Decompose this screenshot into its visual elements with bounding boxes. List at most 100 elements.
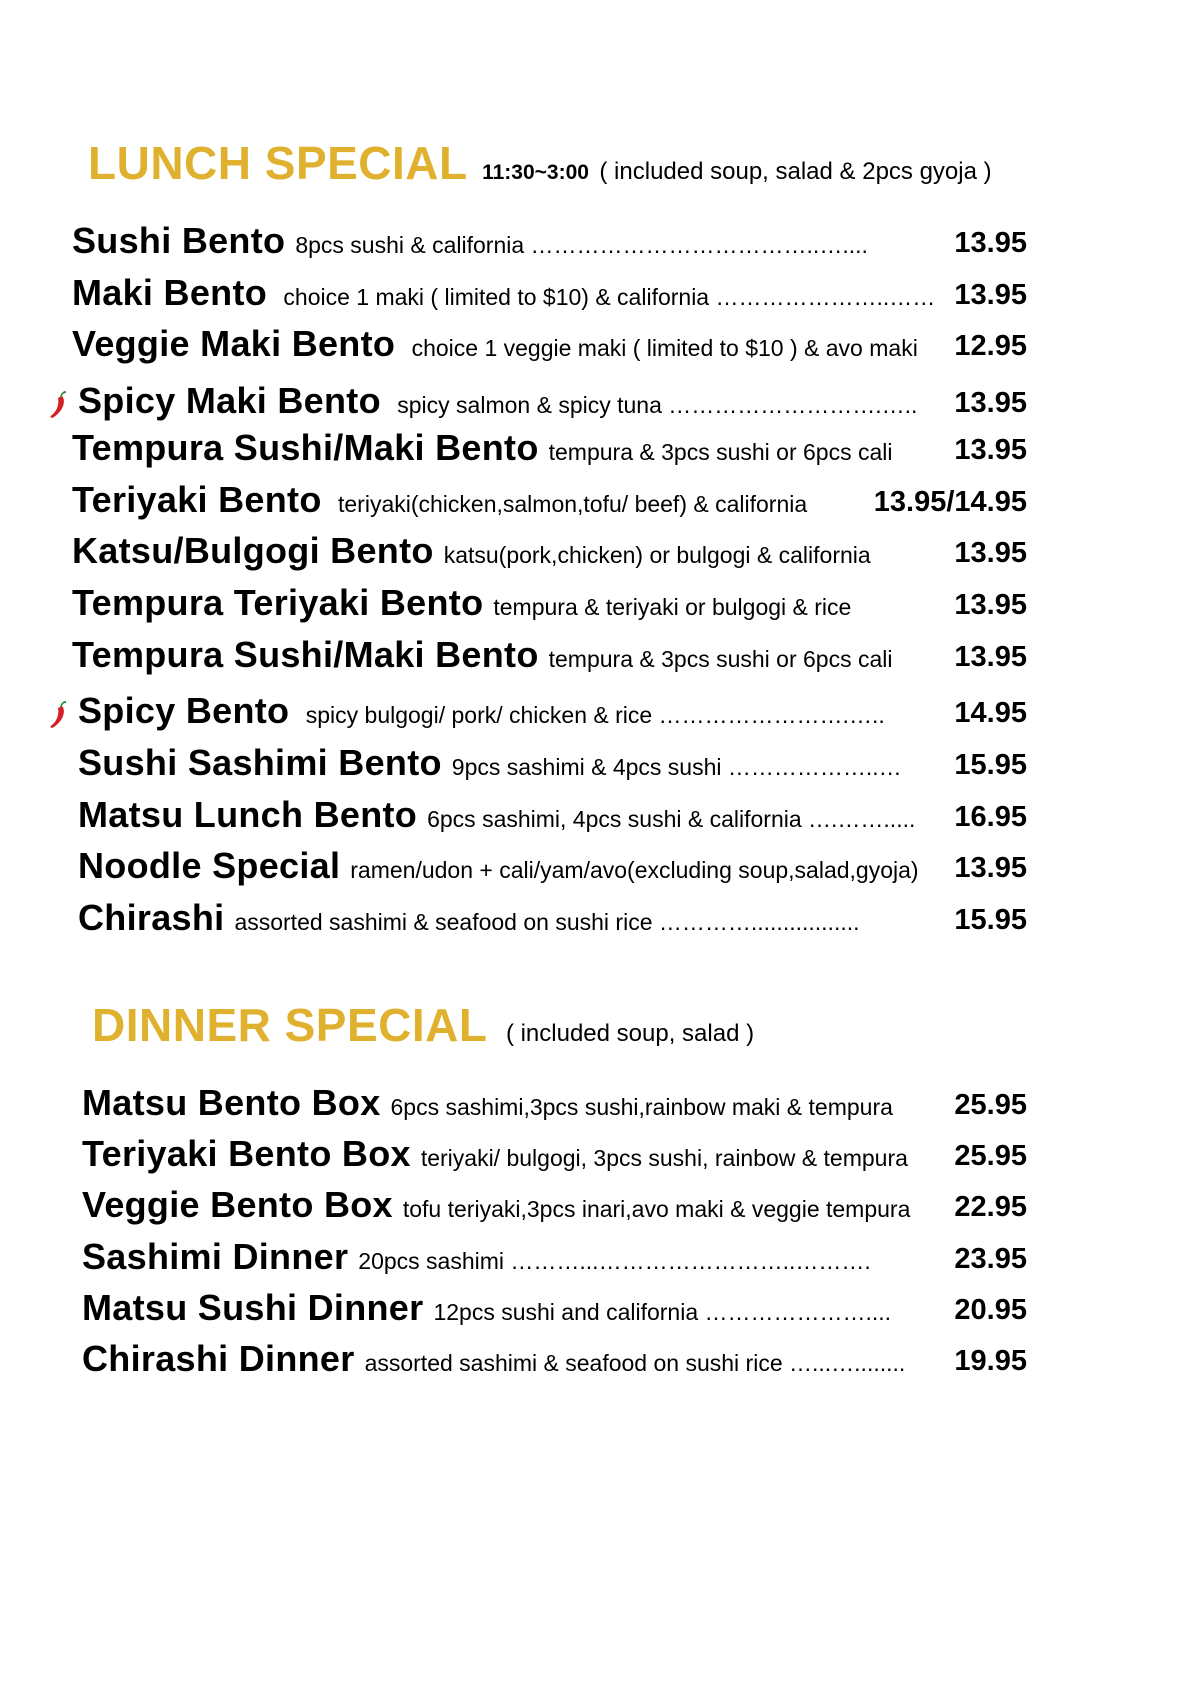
menu-item-price: 15.95 bbox=[954, 904, 1027, 937]
menu-item-price: 13.95 bbox=[954, 387, 1027, 420]
menu-item-name-line: Matsu Bento Box 6pcs sashimi,3pcs sushi,r… bbox=[82, 1082, 893, 1124]
menu-item: Chirashi assorted sashimi & seafood on su… bbox=[78, 895, 1027, 945]
lunch-note: ( included soup, salad & 2pcs gyoja ) bbox=[599, 158, 992, 185]
menu-item: Maki Bento choice 1 maki ( limited to $1… bbox=[72, 270, 1027, 320]
menu-item-description: 20pcs sashimi ………...……………………..………. bbox=[358, 1247, 871, 1274]
dinner-section-header: DINNER SPECIAL ( included soup, salad ) bbox=[92, 998, 754, 1052]
menu-item-name-line: Maki Bento choice 1 maki ( limited to $1… bbox=[72, 272, 935, 314]
menu-item-name: Spicy Maki Bento bbox=[78, 380, 381, 422]
menu-item-name-line: Spicy Maki Bento spicy salmon & spicy tu… bbox=[78, 380, 917, 422]
menu-item-name-line: Tempura Sushi/Maki Bento tempura & 3pcs s… bbox=[72, 427, 893, 469]
menu-item-name-line: Chirashi Dinner assorted sashimi & seafoo… bbox=[82, 1338, 905, 1380]
menu-item-price: 23.95 bbox=[954, 1242, 1027, 1275]
menu-item-price: 22.95 bbox=[954, 1191, 1027, 1224]
menu-item: Veggie Maki Bento choice 1 veggie maki (… bbox=[72, 321, 1027, 371]
menu-item-description: teriyaki/ bulgogi, 3pcs sushi, rainbow &… bbox=[420, 1145, 908, 1172]
menu-item-name: Matsu Sushi Dinner bbox=[82, 1286, 424, 1328]
menu-item-name: Veggie Maki Bento bbox=[72, 323, 396, 365]
lunch-section-header: LUNCH SPECIAL 11:30~3:00 ( included soup… bbox=[88, 136, 992, 190]
menu-item-name-line: Noodle Special ramen/udon + cali/yam/avo(… bbox=[78, 845, 919, 887]
menu-item: Matsu Bento Box 6pcs sashimi,3pcs sushi,r… bbox=[82, 1080, 1027, 1130]
lunch-hours: 11:30~3:00 bbox=[482, 161, 589, 184]
menu-item-name: Chirashi Dinner bbox=[82, 1338, 355, 1379]
menu-item-name: Sushi Bento bbox=[72, 220, 286, 261]
menu-item-name-line: Matsu Sushi Dinner 12pcs sushi and califo… bbox=[82, 1287, 891, 1329]
menu-item-price: 13.95 bbox=[954, 227, 1027, 259]
menu-item-description: spicy salmon & spicy tuna ……………………….….. bbox=[390, 392, 918, 419]
menu-item-name: Veggie Bento Box bbox=[82, 1184, 393, 1226]
menu-item-description: 12pcs sushi and california ………………….... bbox=[433, 1298, 892, 1325]
menu-item-price: 13.95 bbox=[954, 852, 1027, 885]
menu-item-price: 12.95 bbox=[954, 330, 1027, 363]
menu-item-description: teriyaki(chicken,salmon,tofu/ beef) & ca… bbox=[331, 490, 808, 517]
menu-item-name: Maki Bento bbox=[72, 271, 268, 313]
menu-item-description: 6pcs sashimi, 4pcs sushi & california ….… bbox=[427, 805, 916, 832]
menu-item: Spicy Bento spicy bulgogi/ pork/ chicken… bbox=[78, 688, 1027, 738]
menu-item-name-line: Tempura Sushi/Maki Bento tempura & 3pcs s… bbox=[72, 634, 893, 676]
menu-item-price: 25.95 bbox=[954, 1140, 1027, 1173]
lunch-title: LUNCH SPECIAL bbox=[88, 137, 468, 189]
menu-item-name-line: Spicy Bento spicy bulgogi/ pork/ chicken… bbox=[78, 690, 885, 732]
menu-item: Sushi Bento 8pcs sushi & california ……………… bbox=[72, 218, 1027, 268]
menu-item-name: Teriyaki Bento bbox=[72, 478, 322, 520]
menu-item-description: 8pcs sushi & california ………………………………..….… bbox=[295, 232, 868, 258]
menu-item-price: 13.95 bbox=[954, 278, 1027, 311]
menu-item: Matsu Sushi Dinner 12pcs sushi and califo… bbox=[82, 1285, 1027, 1335]
menu-item-name: Sashimi Dinner bbox=[82, 1235, 349, 1277]
menu-item-name-line: Sushi Sashimi Bento 9pcs sashimi & 4pcs s… bbox=[78, 742, 902, 784]
menu-item-description: assorted sashimi & seafood on sushi rice… bbox=[364, 1350, 906, 1376]
menu-item: Spicy Maki Bento spicy salmon & spicy tu… bbox=[78, 378, 1027, 428]
menu-item: Tempura Sushi/Maki Bento tempura & 3pcs s… bbox=[72, 632, 1027, 682]
menu-item-description: tempura & teriyaki or bulgogi & rice bbox=[493, 593, 852, 620]
chili-pepper-icon bbox=[50, 391, 66, 418]
menu-item-name: Tempura Sushi/Maki Bento bbox=[72, 426, 539, 468]
menu-item-name-line: Matsu Lunch Bento 6pcs sashimi, 4pcs sush… bbox=[78, 794, 915, 836]
menu-item-name: Spicy Bento bbox=[78, 690, 290, 732]
menu-item-price: 15.95 bbox=[954, 749, 1027, 781]
menu-item: Tempura Teriyaki Bento tempura & teriyaki… bbox=[72, 580, 1027, 630]
menu-item-name: Teriyaki Bento Box bbox=[82, 1133, 411, 1175]
menu-item-price: 13.95/14.95 bbox=[873, 485, 1027, 518]
menu-item-price: 13.95 bbox=[954, 588, 1027, 621]
dinner-note: ( included soup, salad ) bbox=[505, 1020, 755, 1047]
menu-item-name-line: Teriyaki Bento teriyaki(chicken,salmon,t… bbox=[72, 479, 807, 521]
menu-item-price: 13.95 bbox=[954, 640, 1027, 673]
menu-item-name-line: Katsu/Bulgogi Bento katsu(pork,chicken) o… bbox=[72, 530, 871, 572]
menu-item-name-line: Sashimi Dinner 20pcs sashimi ………...………………… bbox=[82, 1236, 871, 1278]
menu-item-description: 6pcs sashimi,3pcs sushi,rainbow maki & t… bbox=[390, 1094, 893, 1120]
menu-item-name-line: Chirashi assorted sashimi & seafood on su… bbox=[78, 897, 860, 939]
menu-item: Veggie Bento Box tofu teriyaki,3pcs inari… bbox=[82, 1182, 1027, 1232]
menu-item-name: Sushi Sashimi Bento bbox=[78, 742, 442, 783]
menu-item-name: Matsu Bento Box bbox=[82, 1082, 381, 1123]
menu-item-price: 16.95 bbox=[954, 800, 1027, 833]
menu-item-price: 14.95 bbox=[954, 697, 1027, 730]
menu-item-description: ramen/udon + cali/yam/avo(excluding soup… bbox=[350, 857, 919, 884]
menu-item: Chirashi Dinner assorted sashimi & seafoo… bbox=[82, 1336, 1027, 1386]
menu-item: Sashimi Dinner 20pcs sashimi ………...………………… bbox=[82, 1234, 1027, 1284]
menu-item: Katsu/Bulgogi Bento katsu(pork,chicken) o… bbox=[72, 528, 1027, 578]
menu-item-name-line: Sushi Bento 8pcs sushi & california ……………… bbox=[72, 220, 868, 262]
menu-item-description: tofu teriyaki,3pcs inari,avo maki & vegg… bbox=[402, 1196, 911, 1223]
menu-item-description: tempura & 3pcs sushi or 6pcs cali bbox=[548, 438, 893, 465]
menu-item: Noodle Special ramen/udon + cali/yam/avo(… bbox=[78, 843, 1027, 893]
chili-pepper-icon bbox=[50, 701, 66, 729]
menu-item-price: 19.95 bbox=[954, 1345, 1027, 1377]
menu-item-name: Chirashi bbox=[78, 897, 225, 939]
menu-item-description: spicy bulgogi/ pork/ chicken & rice …………… bbox=[299, 702, 885, 729]
menu-item-name: Tempura Sushi/Maki Bento bbox=[72, 633, 539, 675]
menu-item-name-line: Tempura Teriyaki Bento tempura & teriyaki… bbox=[72, 582, 851, 624]
menu-item-description: katsu(pork,chicken) or bulgogi & califor… bbox=[443, 542, 871, 569]
menu-item: Tempura Sushi/Maki Bento tempura & 3pcs s… bbox=[72, 425, 1027, 475]
menu-item-price: 13.95 bbox=[954, 537, 1027, 570]
menu-item: Teriyaki Bento Box teriyaki/ bulgogi, 3pc… bbox=[82, 1131, 1027, 1181]
menu-item-description: assorted sashimi & seafood on sushi rice… bbox=[234, 909, 860, 936]
menu-item: Sushi Sashimi Bento 9pcs sashimi & 4pcs s… bbox=[78, 740, 1027, 790]
menu-item-description: 9pcs sashimi & 4pcs sushi ………………..… bbox=[451, 754, 902, 780]
menu-item-price: 20.95 bbox=[954, 1293, 1027, 1326]
menu-item-name-line: Veggie Bento Box tofu teriyaki,3pcs inari… bbox=[82, 1184, 910, 1226]
menu-item-description: tempura & 3pcs sushi or 6pcs cali bbox=[548, 645, 893, 672]
menu-item-description: choice 1 veggie maki ( limited to $10 ) … bbox=[405, 335, 918, 362]
menu-item-price: 13.95 bbox=[954, 433, 1027, 466]
menu-item: Matsu Lunch Bento 6pcs sashimi, 4pcs sush… bbox=[78, 792, 1027, 842]
menu-item-name: Katsu/Bulgogi Bento bbox=[72, 530, 434, 572]
